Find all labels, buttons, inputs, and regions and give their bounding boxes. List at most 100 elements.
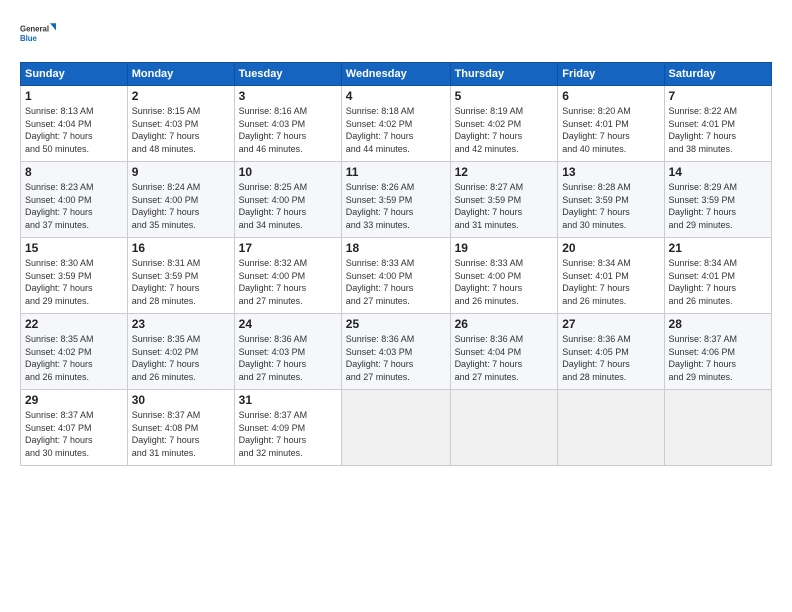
day-info: Sunrise: 8:22 AM Sunset: 4:01 PM Dayligh…: [669, 105, 767, 155]
day-number: 25: [346, 317, 446, 331]
calendar-cell: 9 Sunrise: 8:24 AM Sunset: 4:00 PM Daylig…: [127, 162, 234, 238]
day-header-monday: Monday: [127, 63, 234, 86]
day-number: 6: [562, 89, 659, 103]
calendar-cell: 2 Sunrise: 8:15 AM Sunset: 4:03 PM Daylig…: [127, 86, 234, 162]
calendar-cell: 7 Sunrise: 8:22 AM Sunset: 4:01 PM Daylig…: [664, 86, 771, 162]
calendar-cell: 19 Sunrise: 8:33 AM Sunset: 4:00 PM Dayli…: [450, 238, 558, 314]
day-number: 15: [25, 241, 123, 255]
day-info: Sunrise: 8:33 AM Sunset: 4:00 PM Dayligh…: [455, 257, 554, 307]
calendar-cell: 6 Sunrise: 8:20 AM Sunset: 4:01 PM Daylig…: [558, 86, 664, 162]
svg-text:Blue: Blue: [20, 34, 38, 43]
day-info: Sunrise: 8:16 AM Sunset: 4:03 PM Dayligh…: [239, 105, 337, 155]
day-info: Sunrise: 8:36 AM Sunset: 4:05 PM Dayligh…: [562, 333, 659, 383]
day-number: 10: [239, 165, 337, 179]
calendar-cell: 17 Sunrise: 8:32 AM Sunset: 4:00 PM Dayli…: [234, 238, 341, 314]
day-number: 2: [132, 89, 230, 103]
day-info: Sunrise: 8:30 AM Sunset: 3:59 PM Dayligh…: [25, 257, 123, 307]
day-info: Sunrise: 8:37 AM Sunset: 4:08 PM Dayligh…: [132, 409, 230, 459]
day-info: Sunrise: 8:29 AM Sunset: 3:59 PM Dayligh…: [669, 181, 767, 231]
day-info: Sunrise: 8:36 AM Sunset: 4:04 PM Dayligh…: [455, 333, 554, 383]
day-info: Sunrise: 8:36 AM Sunset: 4:03 PM Dayligh…: [239, 333, 337, 383]
calendar-cell: 31Sunrise: 8:37 AM Sunset: 4:09 PM Dayli…: [234, 390, 341, 466]
calendar-cell: 21 Sunrise: 8:34 AM Sunset: 4:01 PM Dayli…: [664, 238, 771, 314]
day-info: Sunrise: 8:20 AM Sunset: 4:01 PM Dayligh…: [562, 105, 659, 155]
calendar-cell: [341, 390, 450, 466]
calendar-cell: 25 Sunrise: 8:36 AM Sunset: 4:03 PM Dayli…: [341, 314, 450, 390]
day-number: 19: [455, 241, 554, 255]
day-info: Sunrise: 8:27 AM Sunset: 3:59 PM Dayligh…: [455, 181, 554, 231]
day-number: 30: [132, 393, 230, 407]
day-header-tuesday: Tuesday: [234, 63, 341, 86]
day-number: 29: [25, 393, 123, 407]
calendar-cell: 11 Sunrise: 8:26 AM Sunset: 3:59 PM Dayli…: [341, 162, 450, 238]
day-number: 26: [455, 317, 554, 331]
day-number: 21: [669, 241, 767, 255]
day-number: 12: [455, 165, 554, 179]
day-info: Sunrise: 8:37 AM Sunset: 4:09 PM Dayligh…: [239, 409, 337, 459]
calendar-cell: 20Sunrise: 8:34 AM Sunset: 4:01 PM Dayli…: [558, 238, 664, 314]
day-number: 5: [455, 89, 554, 103]
day-info: Sunrise: 8:19 AM Sunset: 4:02 PM Dayligh…: [455, 105, 554, 155]
day-info: Sunrise: 8:34 AM Sunset: 4:01 PM Dayligh…: [669, 257, 767, 307]
day-number: 3: [239, 89, 337, 103]
calendar-cell: 14 Sunrise: 8:29 AM Sunset: 3:59 PM Dayli…: [664, 162, 771, 238]
day-number: 1: [25, 89, 123, 103]
day-info: Sunrise: 8:34 AM Sunset: 4:01 PM Dayligh…: [562, 257, 659, 307]
day-number: 16: [132, 241, 230, 255]
calendar-cell: 15 Sunrise: 8:30 AM Sunset: 3:59 PM Dayli…: [21, 238, 128, 314]
day-number: 7: [669, 89, 767, 103]
day-info: Sunrise: 8:15 AM Sunset: 4:03 PM Dayligh…: [132, 105, 230, 155]
day-number: 18: [346, 241, 446, 255]
calendar-cell: [558, 390, 664, 466]
day-number: 23: [132, 317, 230, 331]
day-number: 11: [346, 165, 446, 179]
calendar-cell: 24Sunrise: 8:36 AM Sunset: 4:03 PM Dayli…: [234, 314, 341, 390]
day-number: 9: [132, 165, 230, 179]
day-info: Sunrise: 8:37 AM Sunset: 4:06 PM Dayligh…: [669, 333, 767, 383]
day-info: Sunrise: 8:24 AM Sunset: 4:00 PM Dayligh…: [132, 181, 230, 231]
day-info: Sunrise: 8:37 AM Sunset: 4:07 PM Dayligh…: [25, 409, 123, 459]
day-number: 14: [669, 165, 767, 179]
calendar-cell: 29 Sunrise: 8:37 AM Sunset: 4:07 PM Dayli…: [21, 390, 128, 466]
day-info: Sunrise: 8:32 AM Sunset: 4:00 PM Dayligh…: [239, 257, 337, 307]
calendar-cell: 10 Sunrise: 8:25 AM Sunset: 4:00 PM Dayli…: [234, 162, 341, 238]
calendar-cell: 22 Sunrise: 8:35 AM Sunset: 4:02 PM Dayli…: [21, 314, 128, 390]
day-number: 27: [562, 317, 659, 331]
calendar-cell: [450, 390, 558, 466]
day-header-wednesday: Wednesday: [341, 63, 450, 86]
calendar-cell: 8 Sunrise: 8:23 AM Sunset: 4:00 PM Daylig…: [21, 162, 128, 238]
day-header-sunday: Sunday: [21, 63, 128, 86]
logo: General Blue: [20, 16, 56, 52]
day-info: Sunrise: 8:23 AM Sunset: 4:00 PM Dayligh…: [25, 181, 123, 231]
day-number: 4: [346, 89, 446, 103]
calendar-cell: 16 Sunrise: 8:31 AM Sunset: 3:59 PM Dayli…: [127, 238, 234, 314]
calendar-cell: 27 Sunrise: 8:36 AM Sunset: 4:05 PM Dayli…: [558, 314, 664, 390]
day-info: Sunrise: 8:35 AM Sunset: 4:02 PM Dayligh…: [132, 333, 230, 383]
day-info: Sunrise: 8:35 AM Sunset: 4:02 PM Dayligh…: [25, 333, 123, 383]
day-number: 13: [562, 165, 659, 179]
calendar-cell: 1 Sunrise: 8:13 AM Sunset: 4:04 PM Daylig…: [21, 86, 128, 162]
calendar-cell: 4Sunrise: 8:18 AM Sunset: 4:02 PM Daylig…: [341, 86, 450, 162]
day-header-saturday: Saturday: [664, 63, 771, 86]
calendar-cell: 23 Sunrise: 8:35 AM Sunset: 4:02 PM Dayli…: [127, 314, 234, 390]
calendar-cell: 13 Sunrise: 8:28 AM Sunset: 3:59 PM Dayli…: [558, 162, 664, 238]
day-number: 8: [25, 165, 123, 179]
calendar-cell: 26 Sunrise: 8:36 AM Sunset: 4:04 PM Dayli…: [450, 314, 558, 390]
calendar-cell: 18 Sunrise: 8:33 AM Sunset: 4:00 PM Dayli…: [341, 238, 450, 314]
day-info: Sunrise: 8:25 AM Sunset: 4:00 PM Dayligh…: [239, 181, 337, 231]
day-number: 17: [239, 241, 337, 255]
day-number: 28: [669, 317, 767, 331]
svg-text:General: General: [20, 25, 49, 34]
day-info: Sunrise: 8:26 AM Sunset: 3:59 PM Dayligh…: [346, 181, 446, 231]
calendar-cell: 3 Sunrise: 8:16 AM Sunset: 4:03 PM Daylig…: [234, 86, 341, 162]
day-info: Sunrise: 8:31 AM Sunset: 3:59 PM Dayligh…: [132, 257, 230, 307]
day-info: Sunrise: 8:36 AM Sunset: 4:03 PM Dayligh…: [346, 333, 446, 383]
calendar-cell: 5 Sunrise: 8:19 AM Sunset: 4:02 PM Daylig…: [450, 86, 558, 162]
day-header-friday: Friday: [558, 63, 664, 86]
day-info: Sunrise: 8:28 AM Sunset: 3:59 PM Dayligh…: [562, 181, 659, 231]
day-number: 22: [25, 317, 123, 331]
day-info: Sunrise: 8:33 AM Sunset: 4:00 PM Dayligh…: [346, 257, 446, 307]
day-info: Sunrise: 8:13 AM Sunset: 4:04 PM Dayligh…: [25, 105, 123, 155]
calendar: SundayMondayTuesdayWednesdayThursdayFrid…: [20, 62, 772, 466]
calendar-cell: 28 Sunrise: 8:37 AM Sunset: 4:06 PM Dayli…: [664, 314, 771, 390]
